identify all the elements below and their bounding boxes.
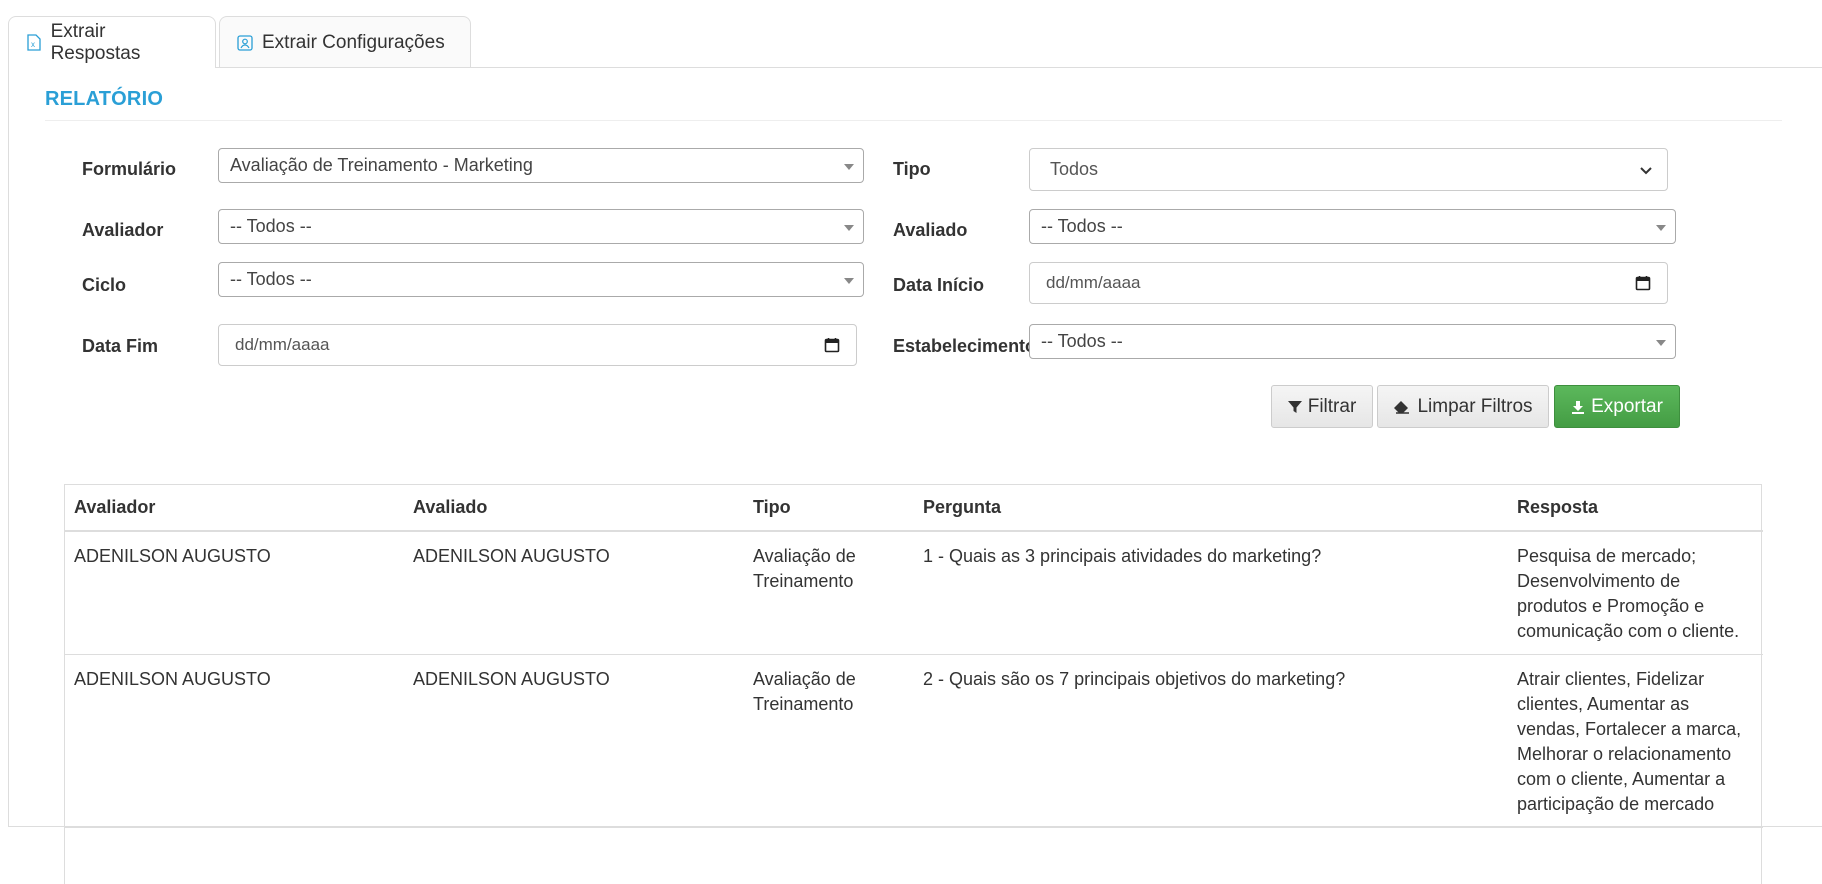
estabelecimento-value: -- Todos -- xyxy=(1041,331,1123,351)
section-title: RELATÓRIO xyxy=(45,88,164,110)
tipo-select[interactable]: Todos xyxy=(1029,148,1668,191)
data-fim-input[interactable]: dd/mm/aaaa xyxy=(218,324,857,366)
avaliado-value: -- Todos -- xyxy=(1041,216,1123,236)
cell-avaliador: ADENILSON AUGUSTO xyxy=(65,654,404,828)
col-header-tipo[interactable]: Tipo xyxy=(744,485,914,532)
data-inicio-input[interactable]: dd/mm/aaaa xyxy=(1029,262,1668,304)
avaliador-value: -- Todos -- xyxy=(230,216,312,236)
estabelecimento-select[interactable]: -- Todos -- xyxy=(1029,324,1676,359)
tipo-value: Todos xyxy=(1050,159,1099,179)
section-divider xyxy=(45,120,1782,121)
excel-file-icon: x xyxy=(25,34,43,52)
cell-resposta: Pesquisa de mercado; Desenvolvimento de … xyxy=(1508,531,1763,655)
tab-extrair-respostas[interactable]: x Extrair Respostas xyxy=(8,16,216,68)
cell-tipo: Avaliação de Treinamento xyxy=(744,654,914,828)
col-header-avaliador[interactable]: Avaliador xyxy=(65,485,404,532)
limpar-filtros-button[interactable]: Limpar Filtros xyxy=(1377,385,1549,428)
cell-avaliado: ADENILSON AUGUSTO xyxy=(404,531,744,655)
calendar-icon[interactable] xyxy=(824,337,840,358)
table-row: ADENILSON AUGUSTO ADENILSON AUGUSTO Aval… xyxy=(65,654,1763,828)
avaliado-select[interactable]: -- Todos -- xyxy=(1029,209,1676,244)
svg-text:x: x xyxy=(31,40,35,49)
eraser-icon xyxy=(1393,400,1411,414)
table-row: ADENILSON AUGUSTO ADENILSON AUGUSTO Aval… xyxy=(65,531,1763,655)
tab-label: Extrair Configurações xyxy=(262,31,445,53)
results-table: Avaliador Avaliado Tipo Pergunta Respost… xyxy=(64,484,1763,884)
tab-label: Extrair Respostas xyxy=(50,20,141,64)
exportar-button[interactable]: Exportar xyxy=(1554,385,1680,428)
estabelecimento-label: Estabelecimento xyxy=(893,336,1029,356)
ciclo-select[interactable]: -- Todos -- xyxy=(218,262,864,297)
avaliador-select[interactable]: -- Todos -- xyxy=(218,209,864,244)
dropdown-arrow-icon xyxy=(1656,225,1666,231)
exportar-label: Exportar xyxy=(1591,395,1663,417)
chevron-down-icon xyxy=(1639,161,1653,182)
col-header-pergunta[interactable]: Pergunta xyxy=(914,485,1508,532)
cell-pergunta: 2 - Quais são os 7 principais objetivos … xyxy=(914,654,1508,828)
cell-avaliador: ADENILSON AUGUSTO xyxy=(65,531,404,655)
col-header-resposta[interactable]: Resposta xyxy=(1508,485,1763,532)
data-fim-placeholder: dd/mm/aaaa xyxy=(235,335,330,354)
cell-resposta: Atrair clientes, Fidelizar clientes, Aum… xyxy=(1508,654,1763,828)
tipo-label: Tipo xyxy=(893,159,931,179)
cell-pergunta: 1 - Quais as 3 principais atividades do … xyxy=(914,531,1508,655)
col-header-avaliado[interactable]: Avaliado xyxy=(404,485,744,532)
ciclo-value: -- Todos -- xyxy=(230,269,312,289)
data-inicio-label: Data Início xyxy=(893,275,985,295)
filter-icon xyxy=(1287,400,1302,414)
filtrar-button[interactable]: Filtrar xyxy=(1271,385,1373,428)
tab-extrair-configuracoes[interactable]: Extrair Configurações xyxy=(219,16,471,68)
data-inicio-placeholder: dd/mm/aaaa xyxy=(1046,273,1141,292)
data-fim-label: Data Fim xyxy=(82,336,159,356)
filtrar-label: Filtrar xyxy=(1307,395,1357,417)
calendar-icon[interactable] xyxy=(1635,275,1651,296)
ciclo-label: Ciclo xyxy=(82,275,127,295)
formulario-select[interactable]: Avaliação de Treinamento - Marketing xyxy=(218,148,864,183)
formulario-value: Avaliação de Treinamento - Marketing xyxy=(230,155,533,175)
table-header-row: Avaliador Avaliado Tipo Pergunta Respost… xyxy=(65,485,1763,532)
limpar-filtros-label: Limpar Filtros xyxy=(1417,395,1533,417)
download-icon xyxy=(1571,400,1585,414)
avaliado-label: Avaliado xyxy=(893,220,968,240)
dropdown-arrow-icon xyxy=(844,164,854,170)
cell-tipo: Avaliação de Treinamento xyxy=(744,531,914,655)
dropdown-arrow-icon xyxy=(844,278,854,284)
settings-file-icon xyxy=(236,34,254,52)
cell-avaliado: ADENILSON AUGUSTO xyxy=(404,654,744,828)
dropdown-arrow-icon xyxy=(844,225,854,231)
formulario-label: Formulário xyxy=(82,159,177,179)
avaliador-label: Avaliador xyxy=(82,220,164,240)
dropdown-arrow-icon xyxy=(1656,340,1666,346)
